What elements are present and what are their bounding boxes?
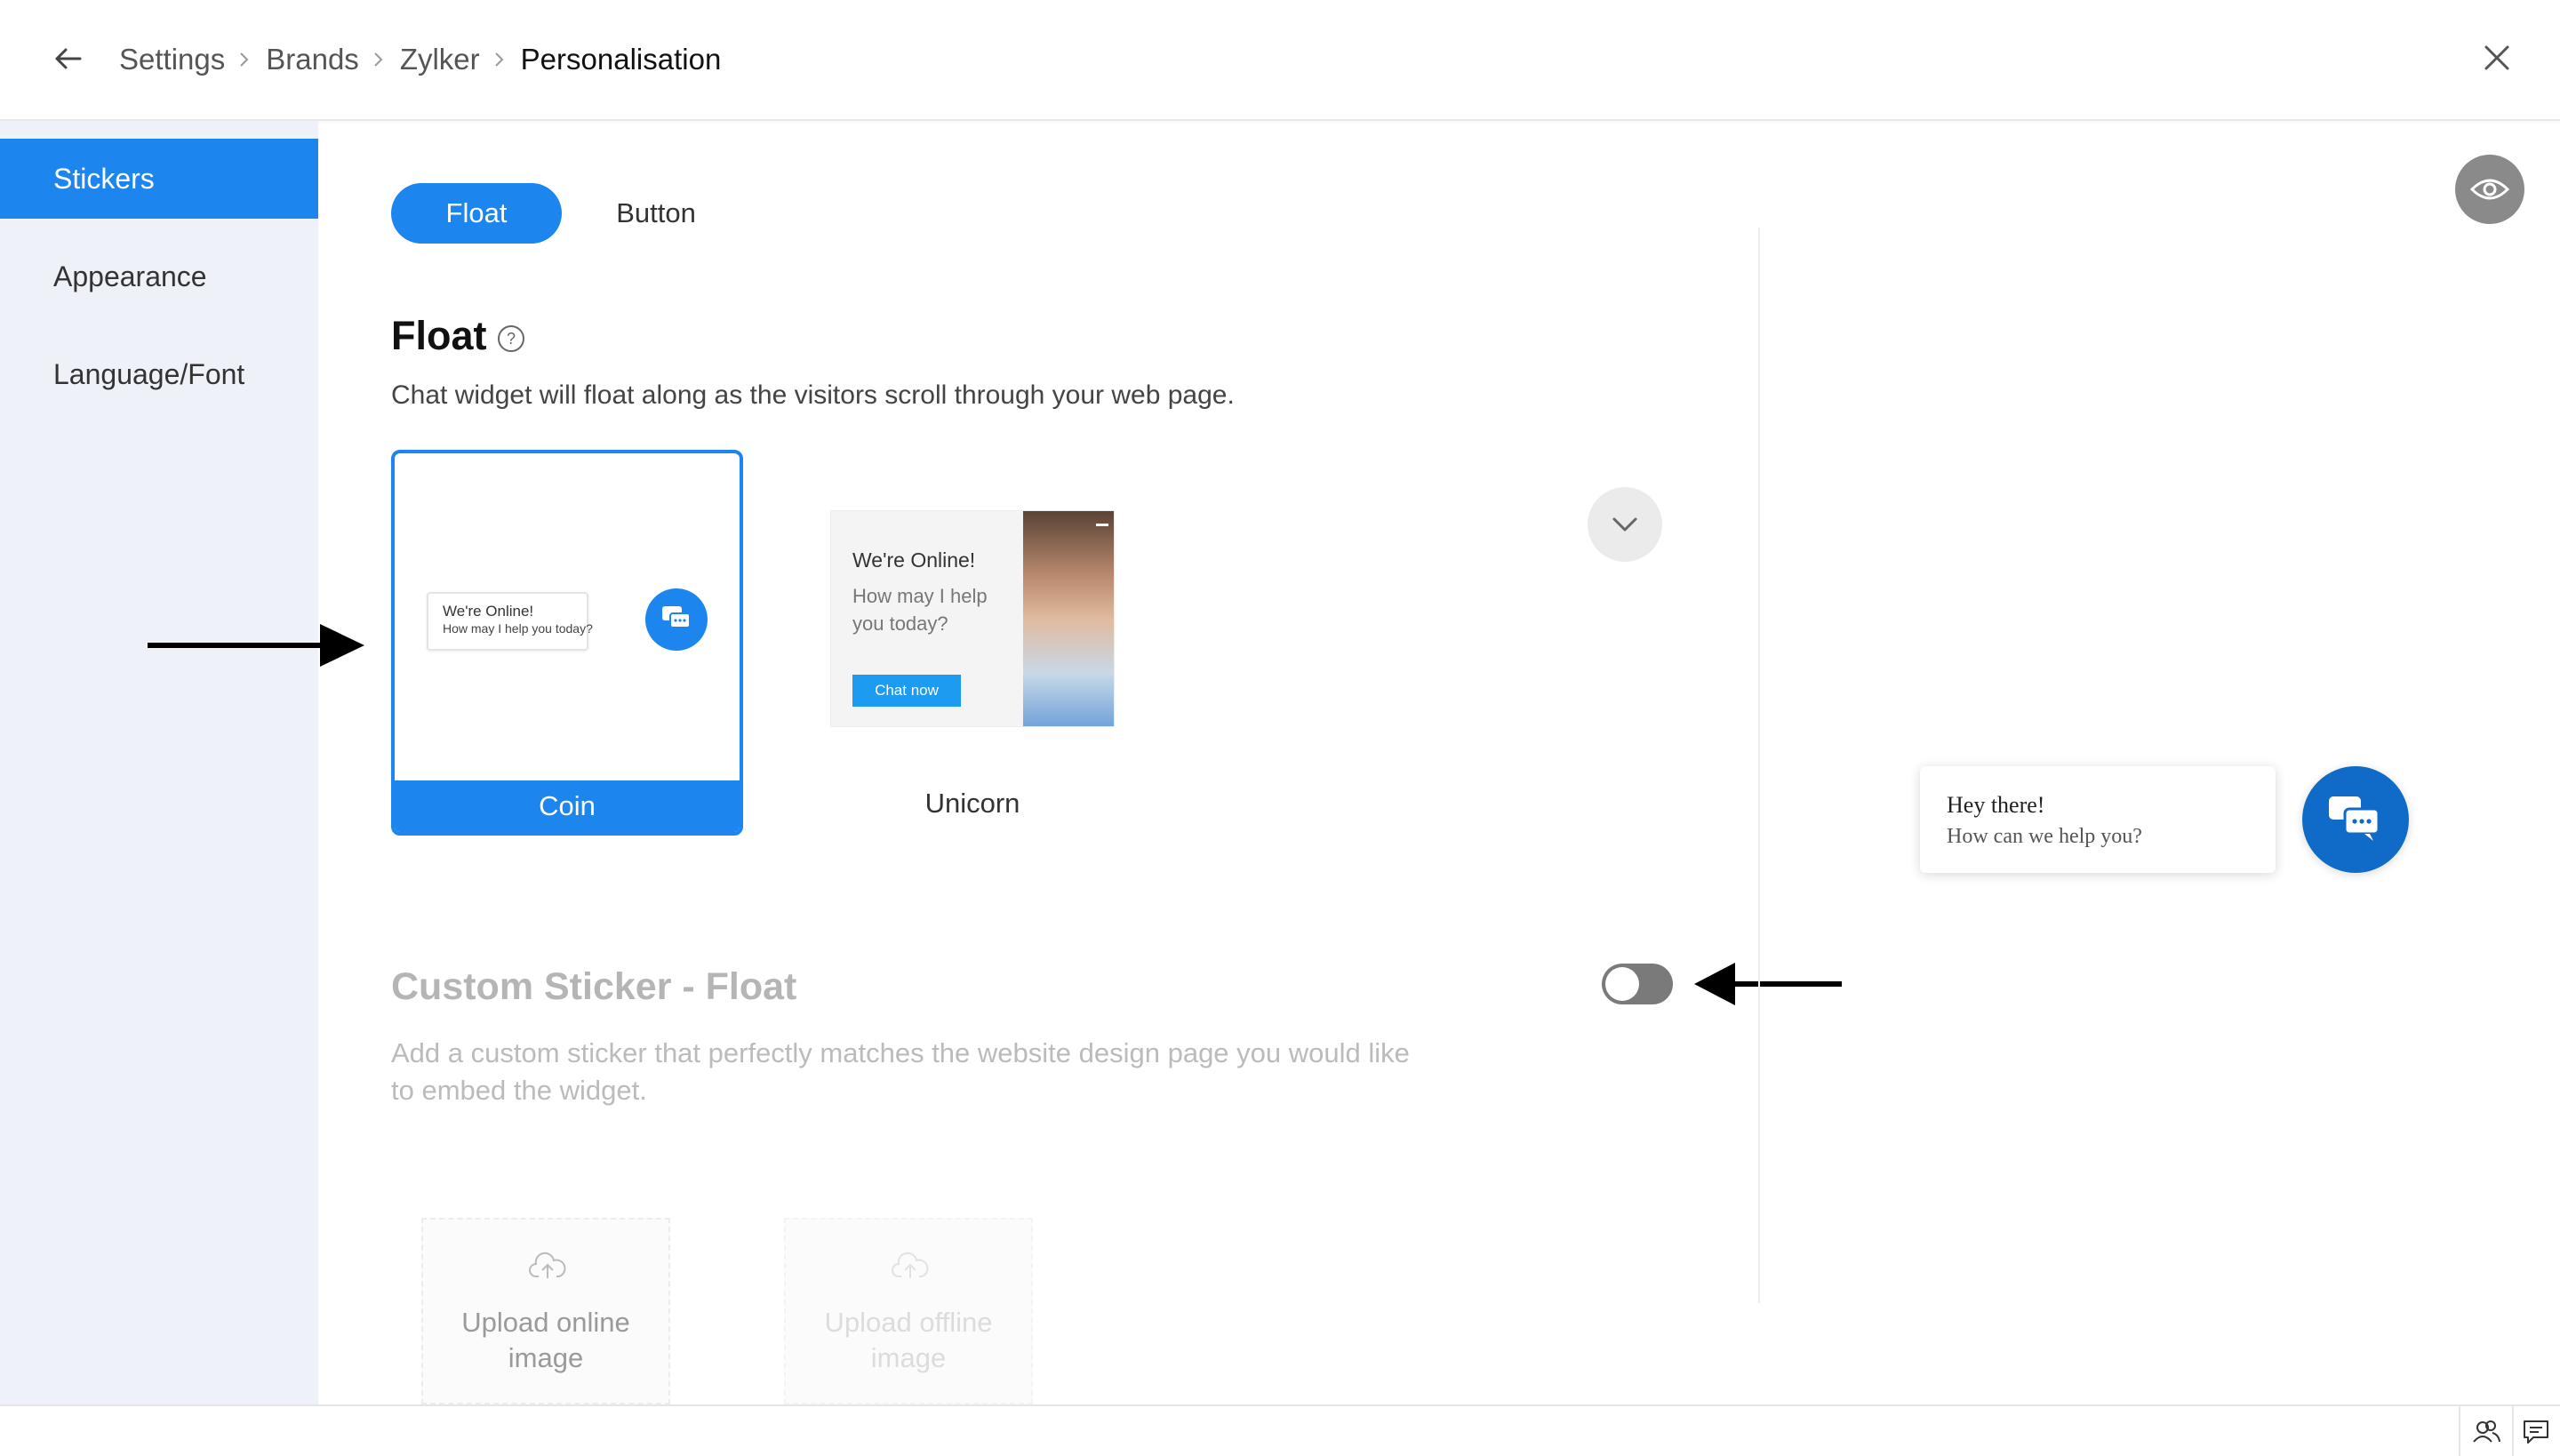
preview-toggle-button[interactable] (2455, 155, 2524, 224)
breadcrumb-settings[interactable]: Settings (119, 43, 225, 76)
unicorn-preview-subtitle: How may I help you today? (852, 585, 988, 635)
custom-sticker-title: Custom Sticker - Float (391, 965, 797, 1008)
svg-text:?: ? (507, 330, 516, 348)
cloud-upload-icon (892, 1252, 929, 1278)
users-icon[interactable] (2471, 1417, 2501, 1447)
breadcrumb-brands[interactable]: Brands (266, 43, 359, 76)
upload-offline-image-button[interactable]: Upload offline image (784, 1218, 1033, 1404)
chat-bubbles-icon (662, 606, 691, 628)
sticker-card-unicorn[interactable]: We're Online! How may I help you today? … (830, 510, 1115, 727)
section-title: Float (391, 313, 487, 358)
top-bar: Settings Brands Zylker Personalisation (0, 0, 2560, 121)
breadcrumb-personalisation: Personalisation (520, 43, 722, 76)
preview-bubble-line2: How can we help you? (1947, 825, 2142, 848)
arrow-left-icon (55, 48, 82, 69)
sidebar-item-appearance[interactable]: Appearance (0, 236, 318, 316)
footer-divider (2512, 1406, 2514, 1456)
coin-preview-line1: We're Online! (443, 603, 534, 620)
unicorn-preview-title: We're Online! (852, 548, 976, 572)
preview-divider (1758, 228, 1760, 1303)
upload-online-label: Upload online image (461, 1307, 630, 1373)
tab-float[interactable]: Float (391, 183, 562, 244)
annotation-arrow-left (1694, 963, 1842, 1005)
annotation-arrow-right (148, 624, 364, 667)
cloud-upload-icon (529, 1252, 566, 1278)
toggle-knob (1605, 967, 1639, 1001)
upload-online-image-button[interactable]: Upload online image (421, 1218, 670, 1404)
breadcrumb-zylker[interactable]: Zylker (400, 43, 480, 76)
coin-preview-button (645, 588, 708, 651)
chat-bubbles-icon (2329, 796, 2380, 841)
coin-preview-line2: How may I help you today? (443, 621, 593, 636)
expand-button[interactable] (1588, 487, 1662, 562)
close-button[interactable] (2482, 43, 2512, 73)
preview-chat-bubble: Hey there! How can we help you? (1920, 766, 2276, 873)
chevron-down-icon (1612, 517, 1637, 532)
bottom-bar (0, 1404, 2560, 1456)
custom-sticker-toggle[interactable] (1602, 964, 1673, 1004)
agent-photo (1023, 511, 1114, 726)
unicorn-preview-chat-button: Chat now (852, 675, 961, 707)
close-icon (2484, 45, 2509, 70)
breadcrumb: Settings Brands Zylker Personalisation (119, 37, 721, 82)
coin-preview-bubble: We're Online! How may I help you today? (427, 592, 593, 651)
eye-icon (2470, 179, 2509, 200)
sidebar-item-stickers[interactable]: Stickers (0, 139, 318, 219)
sidebar: Stickers Appearance Language/Font (0, 121, 318, 1404)
help-icon[interactable]: ? (496, 324, 526, 354)
chat-icon[interactable] (2521, 1417, 2551, 1447)
section-description: Chat widget will float along as the visi… (391, 380, 1235, 410)
upload-offline-label: Upload offline image (824, 1307, 993, 1373)
minimize-icon (1096, 524, 1108, 526)
back-button[interactable] (48, 39, 87, 78)
preview-chat-button[interactable] (2302, 766, 2409, 873)
sticker-label-coin: Coin (395, 780, 740, 832)
tab-button[interactable]: Button (587, 183, 725, 244)
chevron-right-icon (225, 46, 266, 73)
sticker-label-unicorn: Unicorn (924, 788, 1020, 819)
chevron-right-icon (359, 46, 400, 73)
custom-sticker-description: Add a custom sticker that perfectly matc… (391, 1037, 1410, 1106)
sticker-card-coin[interactable]: We're Online! How may I help you today? … (391, 450, 743, 836)
sidebar-item-language-font[interactable]: Language/Font (0, 334, 318, 414)
preview-bubble-line1: Hey there! (1947, 792, 2045, 818)
footer-divider (2459, 1406, 2460, 1456)
chevron-right-icon (480, 46, 521, 73)
